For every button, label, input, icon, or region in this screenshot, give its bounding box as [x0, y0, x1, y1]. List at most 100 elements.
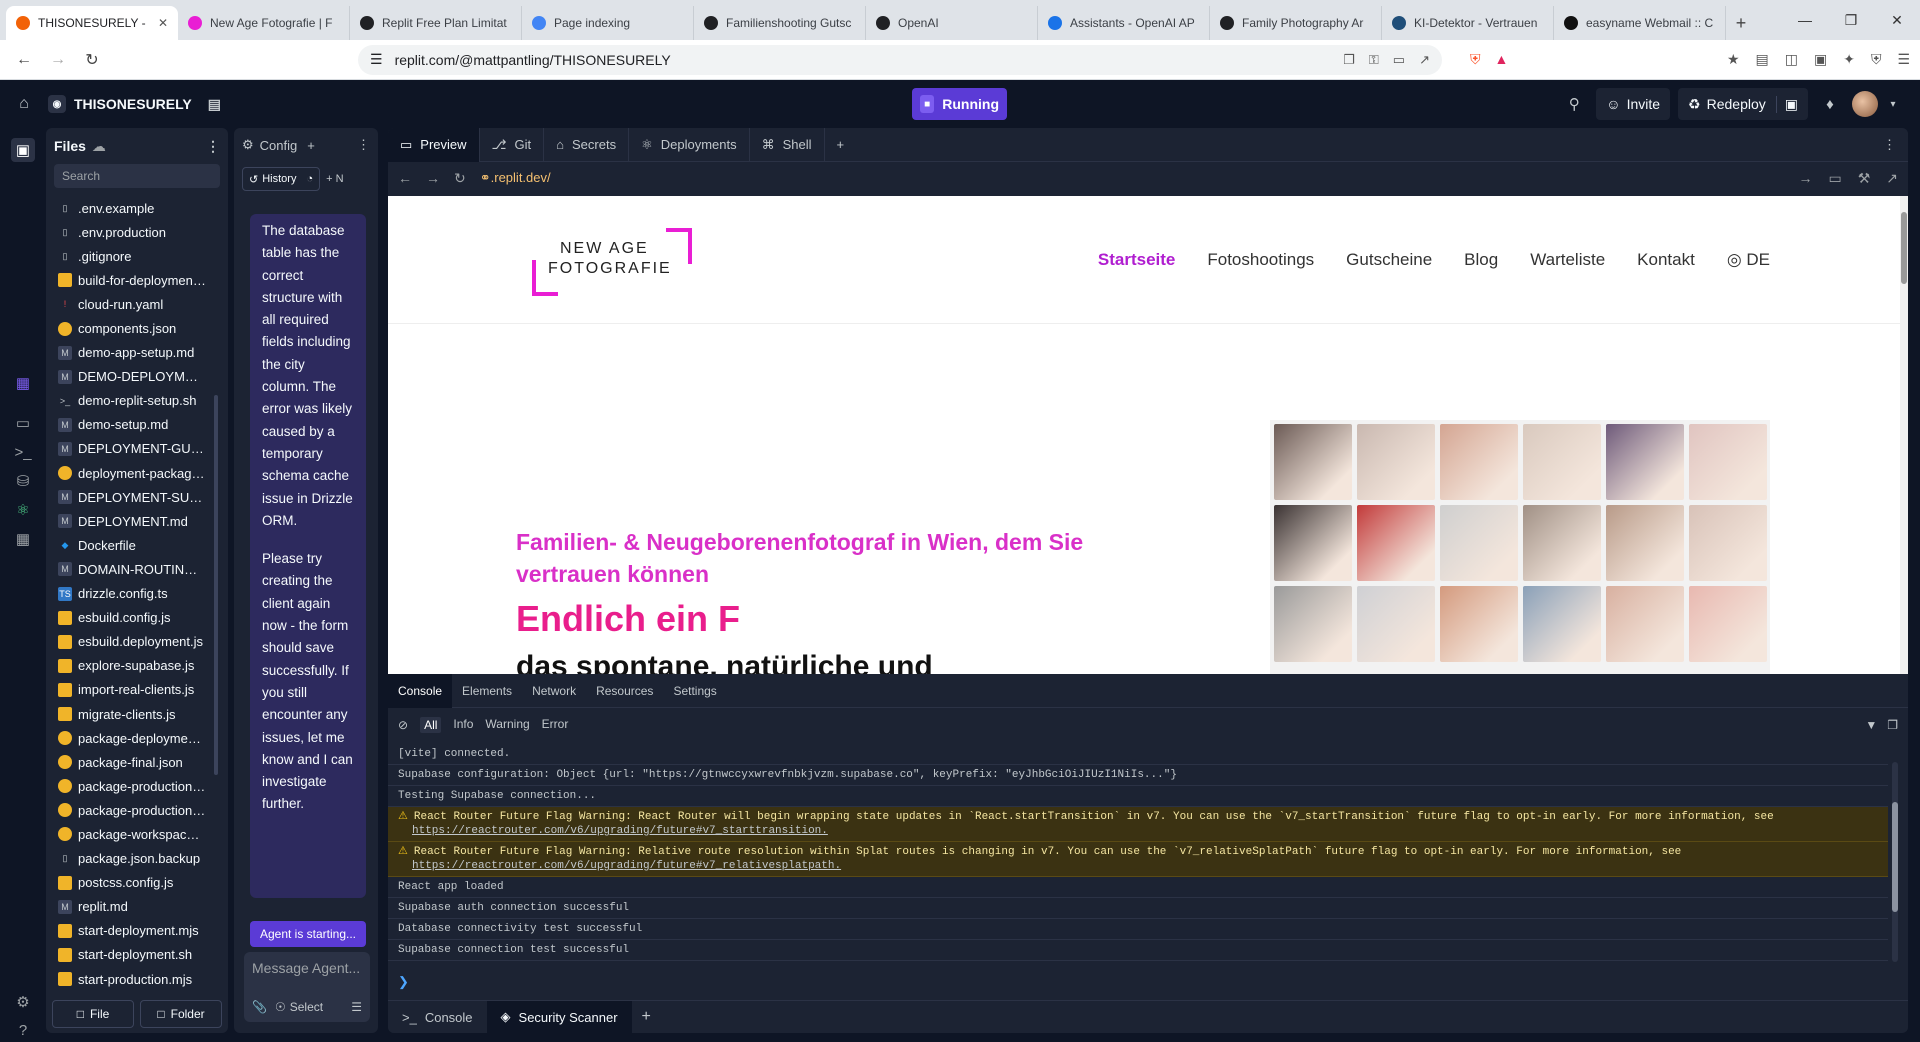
- file-item[interactable]: postcss.config.js: [46, 871, 216, 895]
- log-object[interactable]: Object {url: "https://gtnwccyxwrevfnbkjv…: [556, 769, 1177, 781]
- repl-title[interactable]: ◉ THISONESURELY ▤: [48, 95, 221, 113]
- repl-info-icon[interactable]: ▤: [208, 96, 221, 113]
- console-scroll-thumb[interactable]: [1892, 802, 1898, 912]
- copy-icon[interactable]: ❐: [1887, 718, 1898, 732]
- ai-icon[interactable]: ✦: [1843, 51, 1855, 68]
- file-item[interactable]: start-production.mjs: [46, 967, 216, 991]
- more-icon[interactable]: ⋮: [206, 138, 220, 155]
- filter-info[interactable]: Info: [453, 717, 473, 733]
- file-item[interactable]: explore-supabase.js: [46, 654, 216, 678]
- new-chat-button[interactable]: + N: [326, 173, 343, 185]
- filter-error[interactable]: Error: [542, 717, 569, 733]
- add-tab-icon[interactable]: +: [632, 1008, 661, 1026]
- bottom-tab-security-scanner[interactable]: ◈ Security Scanner: [486, 1000, 632, 1033]
- vpn-icon[interactable]: ⛨: [1871, 51, 1882, 68]
- file-item[interactable]: esbuild.config.js: [46, 606, 216, 630]
- devtools-tab-console[interactable]: Console: [388, 673, 453, 708]
- select-button[interactable]: ☉ Select: [275, 1000, 323, 1014]
- clear-console-icon[interactable]: ⊘: [398, 718, 408, 732]
- file-item[interactable]: package-workspace.json: [46, 822, 216, 846]
- back-icon[interactable]: ←: [10, 46, 38, 74]
- device-icon[interactable]: ▭: [1828, 170, 1841, 187]
- agent-icon[interactable]: ▦: [11, 371, 35, 395]
- preview-scrollbar[interactable]: [1900, 196, 1908, 674]
- new-file-button[interactable]: □ File: [52, 1000, 134, 1028]
- file-item[interactable]: package-final.json: [46, 750, 216, 774]
- file-item[interactable]: >_ demo-replit-setup.sh: [46, 389, 216, 413]
- file-item[interactable]: M DEMO-DEPLOYMENT.md: [46, 365, 216, 389]
- file-item[interactable]: TS drizzle.config.ts: [46, 582, 216, 606]
- browser-tab[interactable]: Familienshooting Gutsc: [694, 6, 866, 40]
- bottom-tab-console[interactable]: >_ Console: [388, 1001, 487, 1034]
- add-tab-button[interactable]: +: [825, 128, 857, 162]
- filter-icon[interactable]: ▼: [1865, 718, 1877, 732]
- site-nav-item[interactable]: Fotoshootings: [1207, 250, 1314, 270]
- copy-icon[interactable]: ❐: [1343, 52, 1355, 68]
- deploy-status-icon[interactable]: ▣: [1775, 95, 1798, 113]
- add-tab-icon[interactable]: +: [307, 138, 315, 153]
- file-item[interactable]: migrate-clients.js: [46, 702, 216, 726]
- devtools-tab-resources[interactable]: Resources: [586, 674, 663, 708]
- reload-icon[interactable]: ↻: [454, 170, 466, 187]
- deployments-icon[interactable]: ⚛: [11, 498, 35, 522]
- console-prompt-icon[interactable]: ❯: [398, 974, 409, 990]
- browser-tab[interactable]: Assistants - OpenAI AP: [1038, 6, 1210, 40]
- files-icon[interactable]: ▣: [11, 138, 35, 162]
- file-item[interactable]: esbuild.deployment.js: [46, 630, 216, 654]
- file-item[interactable]: ! cloud-run.yaml: [46, 292, 216, 316]
- file-item[interactable]: import-real-clients.js: [46, 678, 216, 702]
- file-item[interactable]: start-deployment.mjs: [46, 919, 216, 943]
- file-item[interactable]: package-deployment.json: [46, 726, 216, 750]
- file-item[interactable]: ▯ .gitignore: [46, 244, 216, 268]
- brave-rewards-icon[interactable]: ▲: [1495, 51, 1509, 68]
- forward-icon[interactable]: →: [426, 170, 440, 186]
- tab-git[interactable]: ⎇ Git: [480, 128, 545, 162]
- devtools-tab-elements[interactable]: Elements: [452, 674, 522, 708]
- menu-icon[interactable]: ☰: [1897, 51, 1910, 68]
- browser-tab[interactable]: easyname Webmail :: C: [1554, 6, 1726, 40]
- console-icon[interactable]: >_: [11, 440, 35, 464]
- console-scrollbar[interactable]: [1892, 762, 1898, 962]
- cast-icon[interactable]: ▭: [1393, 52, 1405, 68]
- file-item[interactable]: M DEPLOYMENT.md: [46, 509, 216, 533]
- file-item[interactable]: Mdemo-app-setup.md: [46, 341, 216, 365]
- file-item[interactable]: deployment-package.json: [46, 461, 216, 485]
- file-item[interactable]: M DEPLOYMENT-GUIDE.md: [46, 437, 216, 461]
- devtools-tab-settings[interactable]: Settings: [663, 674, 726, 708]
- language-selector[interactable]: ◎ DE: [1727, 250, 1770, 270]
- file-item[interactable]: build-for-deployment.sh: [46, 268, 216, 292]
- more-icon[interactable]: ⋮: [357, 137, 370, 153]
- invite-button[interactable]: ☺ Invite: [1596, 88, 1671, 120]
- brave-shield-icon[interactable]: ⛨: [1470, 51, 1481, 68]
- file-item[interactable]: ▯ .env.production: [46, 220, 216, 244]
- preview-scroll-thumb[interactable]: [1901, 212, 1907, 284]
- go-icon[interactable]: →: [1798, 170, 1812, 187]
- file-item[interactable]: package-production.json: [46, 774, 216, 798]
- devtools-tab-network[interactable]: Network: [522, 674, 586, 708]
- new-folder-button[interactable]: □ Folder: [140, 1000, 222, 1028]
- filter-all[interactable]: All: [420, 717, 442, 733]
- log-link[interactable]: https://reactrouter.com/v6/upgrading/fut…: [398, 825, 828, 837]
- sliders-icon[interactable]: ☰: [351, 1000, 362, 1014]
- file-item[interactable]: ◆ Dockerfile: [46, 533, 216, 557]
- database-icon[interactable]: ⛁: [11, 469, 35, 493]
- devtools-icon[interactable]: ⚒: [1858, 170, 1871, 187]
- agent-message-input[interactable]: Message Agent... 📎 ☉ Select ☰: [244, 952, 370, 1022]
- home-icon[interactable]: ⌂: [0, 95, 48, 113]
- browser-tab[interactable]: KI-Detektor - Vertrauen: [1382, 6, 1554, 40]
- tab-shell[interactable]: ⌘ Shell: [750, 128, 825, 162]
- file-item[interactable]: package-production-v2.json: [46, 798, 216, 822]
- tab-preview[interactable]: ▭ Preview: [388, 128, 480, 162]
- extensions-icon[interactable]: ★: [1727, 51, 1740, 68]
- more-icon[interactable]: ⋮: [1883, 137, 1908, 153]
- tab-deployments[interactable]: ⚛ Deployments: [629, 128, 750, 162]
- file-item[interactable]: ▯ .env.example: [46, 196, 216, 220]
- restore-icon[interactable]: ❐: [1828, 0, 1874, 40]
- file-item[interactable]: ▯ package.json.backup: [46, 847, 216, 871]
- tab-secrets[interactable]: ⌂ Secrets: [544, 128, 630, 162]
- forward-icon[interactable]: →: [44, 46, 72, 74]
- attach-icon[interactable]: 📎: [252, 1000, 267, 1014]
- browser-tab[interactable]: Family Photography Ar: [1210, 6, 1382, 40]
- avatar[interactable]: [1852, 91, 1878, 117]
- share-icon[interactable]: ↗: [1419, 52, 1430, 68]
